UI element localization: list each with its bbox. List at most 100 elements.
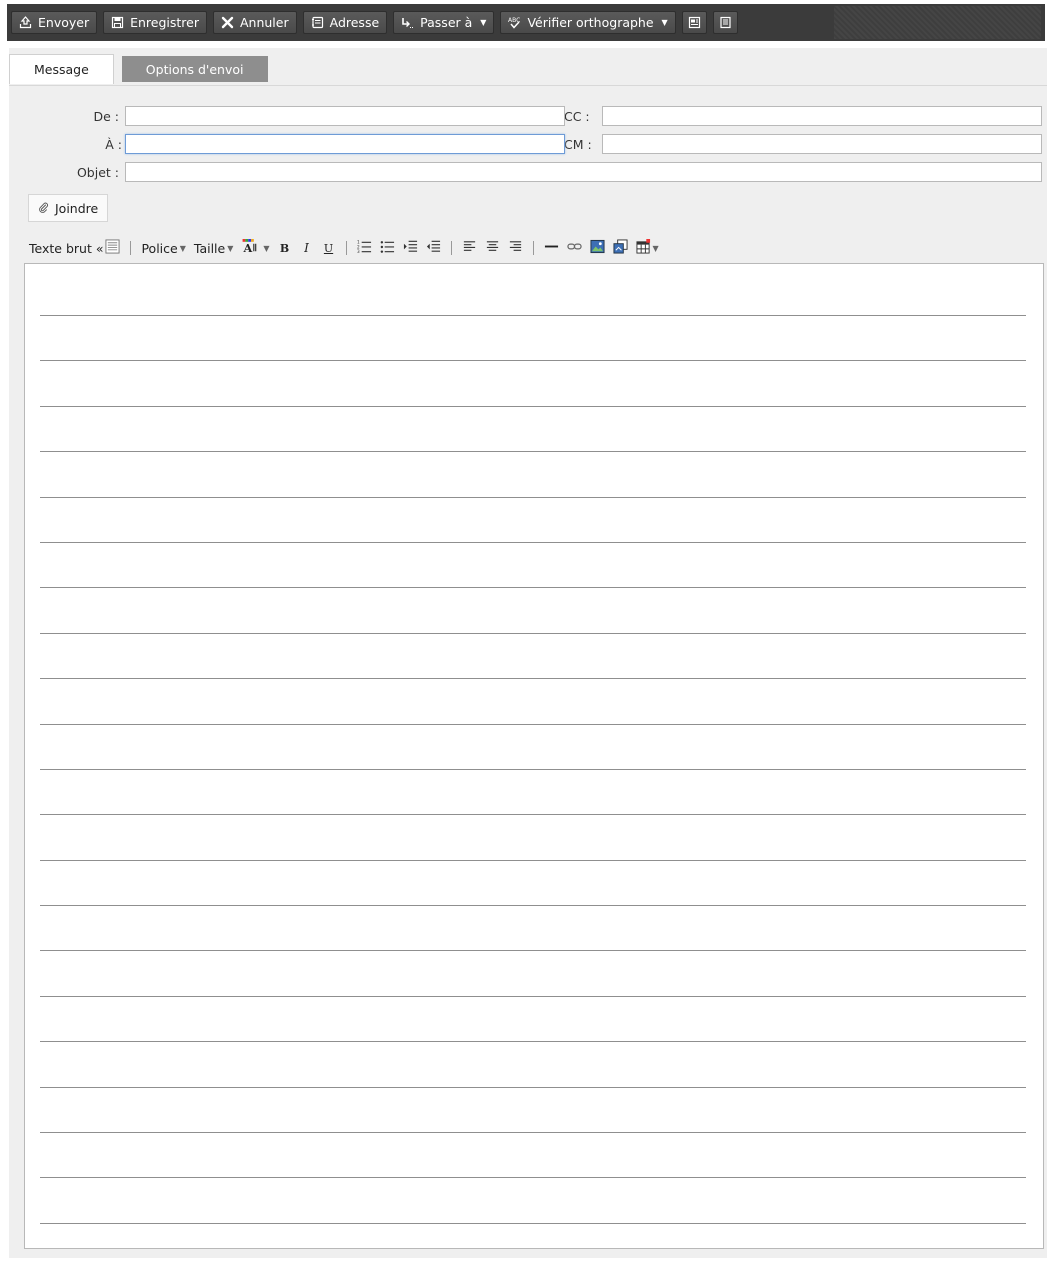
send-label: Envoyer xyxy=(38,15,90,30)
link-icon xyxy=(566,239,582,257)
close-icon xyxy=(221,16,234,29)
rule-line xyxy=(40,814,1026,859)
spellcheck-dropdown-icon[interactable]: ▼ xyxy=(662,18,668,27)
tab-send-options[interactable]: Options d'envoi xyxy=(121,56,268,82)
from-label: De : xyxy=(93,109,119,124)
underline-button[interactable]: U xyxy=(319,237,339,259)
rule-line xyxy=(40,950,1026,995)
insert-table-button[interactable]: ▼ xyxy=(633,237,662,259)
font-label: Police xyxy=(141,240,178,256)
align-left-icon xyxy=(462,239,477,257)
from-field[interactable] xyxy=(125,106,565,126)
address-label: Adresse xyxy=(329,15,380,30)
rule-line xyxy=(40,678,1026,723)
editor-toolbar: Texte brut « Police ▼ Taille ▼ A ▼ B I U… xyxy=(26,236,662,260)
goto-label: Passer à xyxy=(420,15,473,30)
italic-button[interactable]: I xyxy=(297,237,317,259)
cc-field[interactable] xyxy=(602,106,1042,126)
rule-line xyxy=(40,632,1026,678)
embed-icon xyxy=(613,239,628,257)
address-book-icon xyxy=(311,16,324,29)
table-icon xyxy=(636,239,651,257)
save-button[interactable]: Enregistrer xyxy=(103,11,207,34)
spellcheck-label: Vérifier orthographe xyxy=(527,15,654,30)
compose-tabs: Message Options d'envoi xyxy=(9,54,268,86)
rule-line xyxy=(40,768,1026,814)
document-icon xyxy=(719,16,732,29)
spellcheck-button[interactable]: ABC Vérifier orthographe ▼ xyxy=(500,11,676,34)
horizontal-rule-button[interactable] xyxy=(541,237,562,259)
layout-icon xyxy=(688,16,701,29)
ruled-lines xyxy=(40,315,1026,1248)
bcc-field[interactable] xyxy=(602,134,1042,154)
rule-line xyxy=(40,1041,1026,1086)
align-right-button[interactable] xyxy=(505,237,526,259)
spellcheck-icon: ABC xyxy=(508,16,521,29)
size-dropdown[interactable]: Taille ▼ xyxy=(191,237,237,259)
chevron-down-icon: ▼ xyxy=(480,18,487,27)
rule-line xyxy=(40,496,1026,542)
goto-icon xyxy=(401,16,414,29)
cc-label: CC : xyxy=(564,109,590,124)
send-icon xyxy=(19,16,32,29)
bold-button[interactable]: B xyxy=(275,237,295,259)
message-body-editor[interactable] xyxy=(24,263,1044,1249)
align-center-icon xyxy=(485,239,500,257)
chevron-down-icon: ▼ xyxy=(263,243,270,253)
rule-line xyxy=(40,1222,1026,1248)
toolbar-filler xyxy=(833,6,1041,39)
send-button[interactable]: Envoyer xyxy=(11,11,98,34)
subject-field[interactable] xyxy=(125,162,1042,182)
size-label: Taille xyxy=(193,240,226,256)
plain-text-button[interactable]: Texte brut « xyxy=(26,237,123,259)
toolbar-separator xyxy=(532,241,534,255)
svg-text:3: 3 xyxy=(357,249,360,254)
rule-line xyxy=(40,587,1026,632)
toolbar-separator xyxy=(450,241,452,255)
indent-icon xyxy=(403,239,418,257)
link-button[interactable] xyxy=(564,237,585,259)
rule-line xyxy=(40,360,1026,405)
outdent-button[interactable] xyxy=(423,237,444,259)
plain-text-label: Texte brut « xyxy=(29,240,104,256)
font-dropdown[interactable]: Police ▼ xyxy=(138,237,188,259)
to-label: À : xyxy=(105,137,122,152)
chevron-down-icon: ▼ xyxy=(227,243,234,253)
save-label: Enregistrer xyxy=(130,15,199,30)
rule-line xyxy=(40,1086,1026,1132)
align-right-icon xyxy=(508,239,523,257)
align-left-button[interactable] xyxy=(459,237,480,259)
cancel-label: Annuler xyxy=(239,15,289,30)
text-color-icon: A xyxy=(241,239,261,257)
horizontal-rule-icon xyxy=(544,239,559,257)
ordered-list-button[interactable]: 123 xyxy=(354,237,375,259)
image-icon xyxy=(590,239,605,257)
align-center-button[interactable] xyxy=(482,237,503,259)
to-field[interactable] xyxy=(125,134,565,154)
compose-panel: Message Options d'envoi De : À : Objet :… xyxy=(9,48,1047,1258)
bullet-list-button[interactable] xyxy=(377,237,398,259)
image-button[interactable] xyxy=(587,237,608,259)
attach-button[interactable]: Joindre xyxy=(28,194,109,222)
paperclip-icon xyxy=(38,201,49,216)
rule-line xyxy=(40,905,1026,950)
rule-line xyxy=(40,541,1026,587)
ordered-list-icon: 123 xyxy=(357,239,372,257)
text-color-button[interactable]: A ▼ xyxy=(238,237,272,259)
rule-line xyxy=(40,315,1026,360)
rule-line xyxy=(40,1177,1026,1222)
address-button[interactable]: Adresse xyxy=(302,11,388,34)
indent-button[interactable] xyxy=(400,237,421,259)
document-view-button[interactable] xyxy=(712,11,738,34)
layout-view-button[interactable] xyxy=(681,11,707,34)
cancel-button[interactable]: Annuler xyxy=(212,11,297,34)
rule-line xyxy=(40,995,1026,1041)
embed-button[interactable] xyxy=(610,237,631,259)
rule-line xyxy=(40,859,1026,905)
rule-line xyxy=(40,1132,1026,1177)
rule-line xyxy=(40,405,1026,451)
toolbar-separator xyxy=(130,241,132,255)
goto-button[interactable]: Passer à ▼ xyxy=(393,11,495,34)
tab-message[interactable]: Message xyxy=(9,54,114,84)
floppy-icon xyxy=(111,16,124,29)
